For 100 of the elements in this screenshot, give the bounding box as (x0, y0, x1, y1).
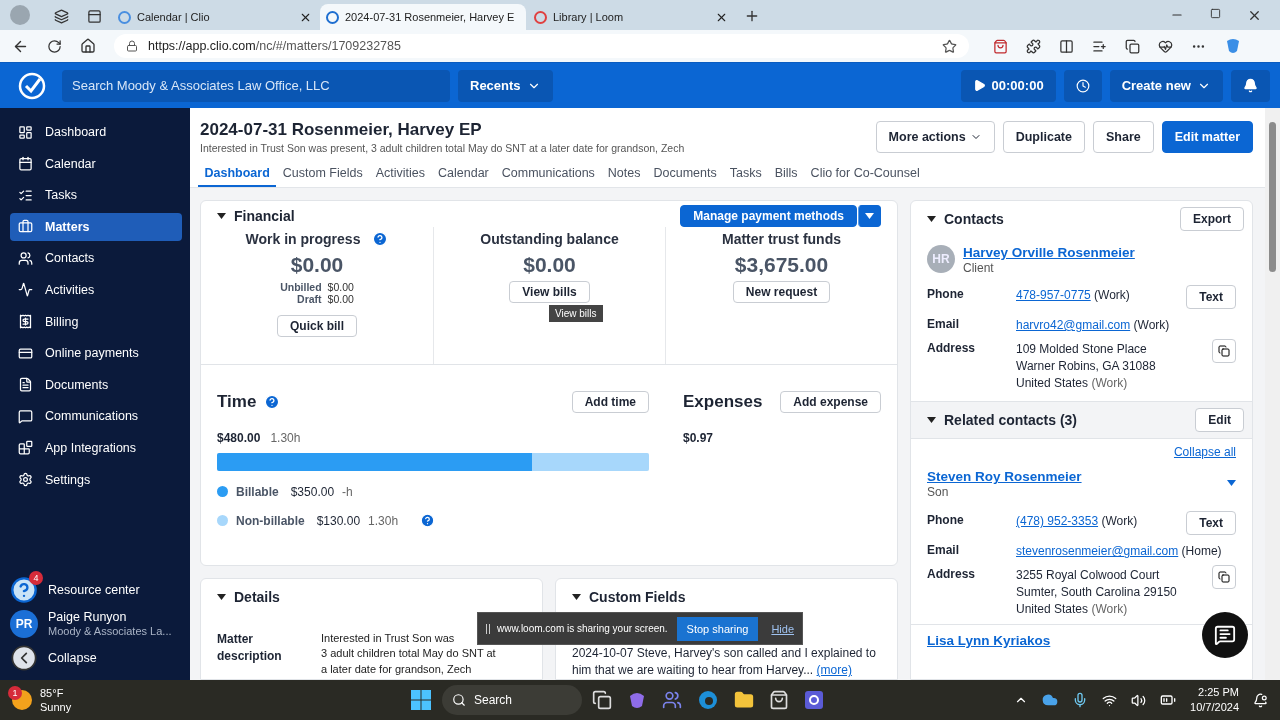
text-button[interactable]: Text (1186, 511, 1236, 536)
collapse-link[interactable]: Collapse (48, 651, 97, 665)
tab[interactable]: Activities (369, 160, 432, 187)
export-button[interactable]: Export (1180, 207, 1244, 231)
drag-handle-icon[interactable] (486, 623, 490, 634)
caret-icon[interactable] (927, 216, 936, 222)
stat-button[interactable]: New request (732, 281, 831, 303)
browser-tab[interactable]: Library | Loom (528, 4, 734, 30)
cloud-icon[interactable] (1042, 692, 1059, 708)
tab-actions-icon[interactable] (87, 9, 102, 24)
sidebar-item[interactable]: Calendar (10, 149, 182, 178)
sidebar-item[interactable]: Matters (10, 212, 182, 241)
contact-name-link[interactable]: Lisa Lynn Kyriakos (927, 632, 1051, 648)
stat-button[interactable]: View bills (509, 281, 590, 303)
help-icon[interactable] (10, 575, 38, 604)
tab[interactable]: Communications (495, 160, 602, 187)
favorite-icon[interactable] (942, 38, 957, 54)
stop-sharing-button[interactable]: Stop sharing (676, 616, 759, 641)
action-button[interactable]: Duplicate (1002, 121, 1085, 153)
workspaces-icon[interactable] (54, 9, 69, 24)
tab[interactable]: Custom Fields (276, 160, 370, 187)
reload-icon[interactable] (47, 38, 62, 54)
dropdown-button[interactable] (858, 205, 881, 227)
clock-button[interactable] (1063, 69, 1102, 102)
notifications-button[interactable] (1231, 69, 1270, 102)
action-button[interactable]: Share (1092, 121, 1154, 153)
tab[interactable]: Bills (768, 160, 805, 187)
collapse-all-link[interactable]: Collapse all (1173, 445, 1236, 460)
home-icon[interactable] (80, 38, 96, 54)
caret-icon[interactable] (927, 417, 936, 424)
start-icon[interactable] (410, 689, 432, 711)
edit-matter-button[interactable]: Edit matter (1161, 121, 1253, 153)
email-link[interactable]: harvro42@gmail.com (1016, 318, 1131, 332)
folder-icon[interactable] (734, 690, 754, 710)
caret-icon[interactable] (217, 594, 226, 600)
close-icon[interactable] (1247, 8, 1262, 23)
sidebar-item[interactable]: Activities (10, 275, 182, 304)
assistant-icon[interactable] (627, 690, 647, 710)
browser-tab[interactable]: 2024-07-31 Rosenmeier, Harvey E (320, 4, 526, 30)
maximize-icon[interactable] (1210, 8, 1221, 19)
timer-button[interactable]: 00:00:00 (960, 69, 1056, 102)
manage-payment-button[interactable]: Manage payment methods (680, 205, 857, 227)
email-link[interactable]: stevenrosenmeier@gmail.com (1016, 544, 1179, 559)
recents-button[interactable]: Recents (458, 69, 553, 102)
more-link[interactable]: (more) (816, 663, 852, 678)
browser-tab[interactable]: Calendar | Clio (112, 4, 318, 30)
extension-icon[interactable] (993, 38, 1008, 54)
notifications-icon[interactable] (1253, 692, 1268, 708)
text-button[interactable]: Text (1186, 285, 1236, 309)
app-icon[interactable] (804, 690, 824, 710)
copy-button[interactable] (1212, 339, 1236, 363)
tab[interactable]: Dashboard (198, 160, 277, 187)
phone-link[interactable]: 478-957-0775 (1016, 288, 1091, 302)
sidebar-item[interactable]: Online payments (10, 339, 182, 368)
contact-name-link[interactable]: Steven Roy Rosenmeier (927, 469, 1082, 485)
sidebar-item[interactable]: Tasks (10, 181, 182, 210)
store-icon[interactable] (769, 690, 789, 710)
clock-date[interactable]: 10/7/2024 (1190, 700, 1239, 716)
tab[interactable]: Tasks (723, 160, 769, 187)
assistant-icon[interactable] (1224, 37, 1242, 55)
scrollbar[interactable] (1265, 108, 1280, 680)
sidebar-item[interactable]: Billing (10, 307, 182, 336)
contact-name-link[interactable]: Harvey Orville Rosenmeier (963, 245, 1135, 260)
teams-icon[interactable] (662, 690, 682, 710)
sidebar-item[interactable]: Settings (10, 465, 182, 494)
address-bar[interactable]: https://app.clio.com/nc/#/matters/1709232785 (114, 34, 969, 58)
volume-icon[interactable] (1131, 692, 1147, 708)
tab[interactable]: Notes (601, 160, 647, 187)
resource-center-link[interactable]: Resource center (48, 582, 140, 597)
logo-icon[interactable] (18, 71, 46, 100)
user-avatar[interactable]: PR (10, 609, 38, 638)
clock-time[interactable]: 2:25 PM (1198, 684, 1239, 700)
sidebar-item[interactable]: Documents (10, 370, 182, 399)
new-tab-icon[interactable] (744, 8, 760, 24)
task-view-icon[interactable] (592, 690, 612, 710)
search-field[interactable]: Search Moody & Associates Law Office, LLC (62, 69, 450, 102)
create-new-button[interactable]: Create new (1109, 69, 1223, 102)
sidebar-item[interactable]: App Integrations (10, 433, 182, 462)
taskbar-search[interactable]: Search (442, 685, 582, 715)
battery-icon[interactable] (1160, 692, 1177, 708)
add-time-button[interactable]: Add time (571, 391, 649, 413)
browser-icon[interactable] (697, 689, 719, 711)
sidebar-item[interactable]: Communications (10, 402, 182, 431)
sidebar-item[interactable]: Dashboard (10, 118, 182, 146)
extensions-icon[interactable] (1026, 38, 1041, 54)
edit-button[interactable]: Edit (1195, 408, 1244, 433)
stat-button[interactable]: Quick bill (277, 315, 357, 337)
tab[interactable]: Calendar (431, 160, 496, 187)
sidebar-item[interactable]: Contacts (10, 244, 182, 273)
favorites-list-icon[interactable] (1092, 38, 1107, 54)
copy-button[interactable] (1212, 565, 1236, 590)
add-expense-button[interactable]: Add expense (780, 391, 881, 413)
caret-icon[interactable] (572, 594, 581, 600)
phone-link[interactable]: (478) 952-3353 (1016, 514, 1099, 529)
collapse-icon[interactable] (10, 644, 38, 672)
split-screen-icon[interactable] (1059, 38, 1074, 54)
tab[interactable]: Clio for Co-Counsel (804, 160, 927, 187)
hide-link[interactable]: Hide (771, 622, 794, 635)
more-actions-button[interactable]: More actions (875, 121, 995, 153)
performance-icon[interactable] (1158, 38, 1173, 54)
